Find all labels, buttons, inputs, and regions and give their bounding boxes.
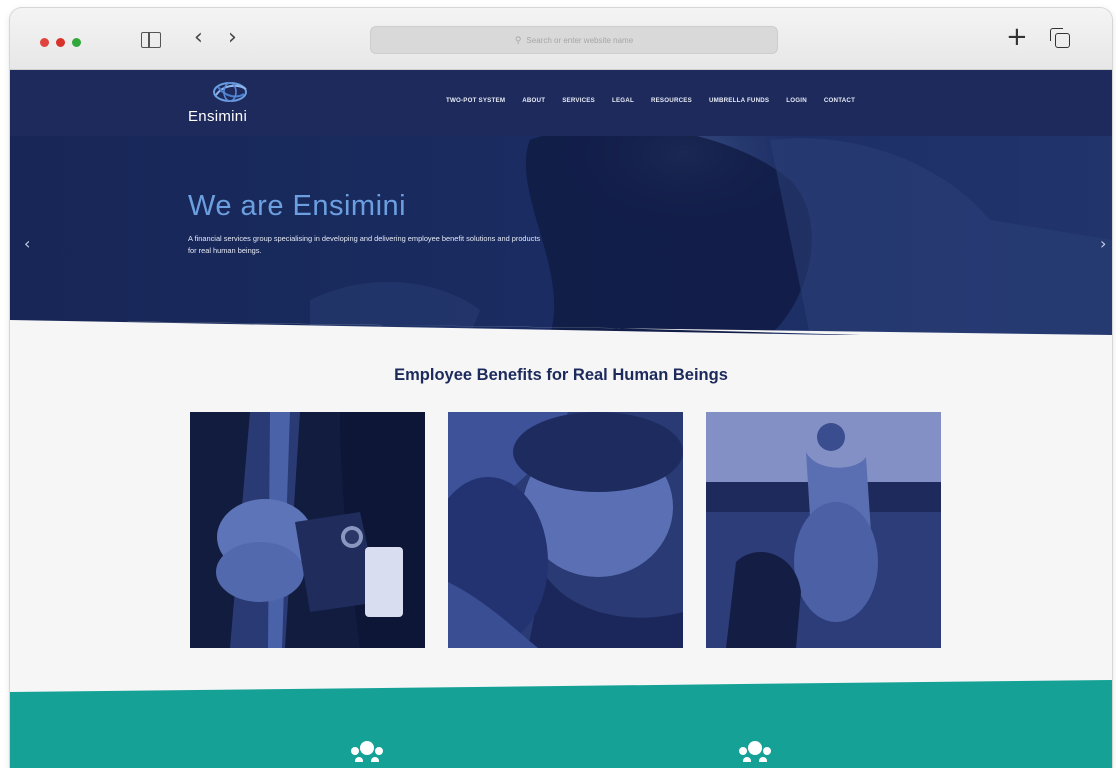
close-window-button[interactable] bbox=[40, 38, 49, 47]
nav-about[interactable]: ABOUT bbox=[522, 97, 545, 104]
benefit-card-businessman[interactable] bbox=[190, 412, 425, 648]
benefit-card-couple[interactable] bbox=[448, 412, 683, 648]
web-page: We are Ensimini A financial services gro… bbox=[10, 70, 1112, 768]
new-tab-plus-icon[interactable]: + bbox=[1006, 22, 1028, 52]
people-group-icon bbox=[739, 741, 771, 762]
minimize-window-button[interactable] bbox=[56, 38, 65, 47]
address-bar[interactable]: ⚲ Search or enter website name bbox=[370, 26, 778, 54]
browser-toolbar: ‹ › ⚲ Search or enter website name + bbox=[10, 8, 1112, 70]
site-logo[interactable]: Ensimini bbox=[188, 80, 288, 128]
carousel-prev-chevron-icon[interactable]: ‹ bbox=[24, 234, 30, 253]
site-header: Ensimini TWO-POT SYSTEM ABOUT SERVICES L… bbox=[10, 70, 1112, 136]
zoom-window-button[interactable] bbox=[72, 38, 81, 47]
people-group-icon bbox=[351, 741, 383, 762]
carousel-next-chevron-icon[interactable]: › bbox=[1100, 234, 1106, 253]
hero-title: We are Ensimini bbox=[188, 190, 407, 222]
logo-globe-icon bbox=[213, 82, 247, 102]
nav-contact[interactable]: CONTACT bbox=[824, 97, 855, 104]
nav-umbrella-funds[interactable]: UMBRELLA FUNDS bbox=[709, 97, 769, 104]
benefits-heading: Employee Benefits for Real Human Beings bbox=[394, 366, 728, 384]
browser-window: ‹ › ⚲ Search or enter website name + We … bbox=[10, 8, 1112, 768]
nav-legal[interactable]: LEGAL bbox=[612, 97, 634, 104]
hero-subtitle: A financial services group specialising … bbox=[188, 234, 541, 255]
back-chevron-icon[interactable]: ‹ bbox=[194, 25, 203, 50]
benefit-card-family[interactable] bbox=[706, 412, 941, 648]
address-placeholder: Search or enter website name bbox=[526, 35, 634, 45]
nav-services[interactable]: SERVICES bbox=[562, 97, 595, 104]
search-icon: ⚲ bbox=[514, 34, 522, 45]
window-controls bbox=[40, 38, 81, 47]
benefit-cards bbox=[190, 412, 941, 648]
main-nav: TWO-POT SYSTEM ABOUT SERVICES LEGAL RESO… bbox=[446, 97, 855, 104]
couple-embrace-photo bbox=[448, 412, 683, 648]
tabs-overview-icon[interactable] bbox=[1050, 28, 1070, 48]
nav-two-pot-system[interactable]: TWO-POT SYSTEM bbox=[446, 97, 505, 104]
nav-login[interactable]: LOGIN bbox=[786, 97, 807, 104]
forward-chevron-icon[interactable]: › bbox=[228, 25, 237, 50]
logo-text: Ensimini bbox=[188, 108, 248, 125]
parent-carrying-child-photo bbox=[706, 412, 941, 648]
nav-resources[interactable]: RESOURCES bbox=[651, 97, 692, 104]
businessman-hands-photo bbox=[190, 412, 425, 648]
teal-section-background bbox=[10, 680, 1112, 768]
sidebar-icon[interactable] bbox=[141, 32, 161, 48]
